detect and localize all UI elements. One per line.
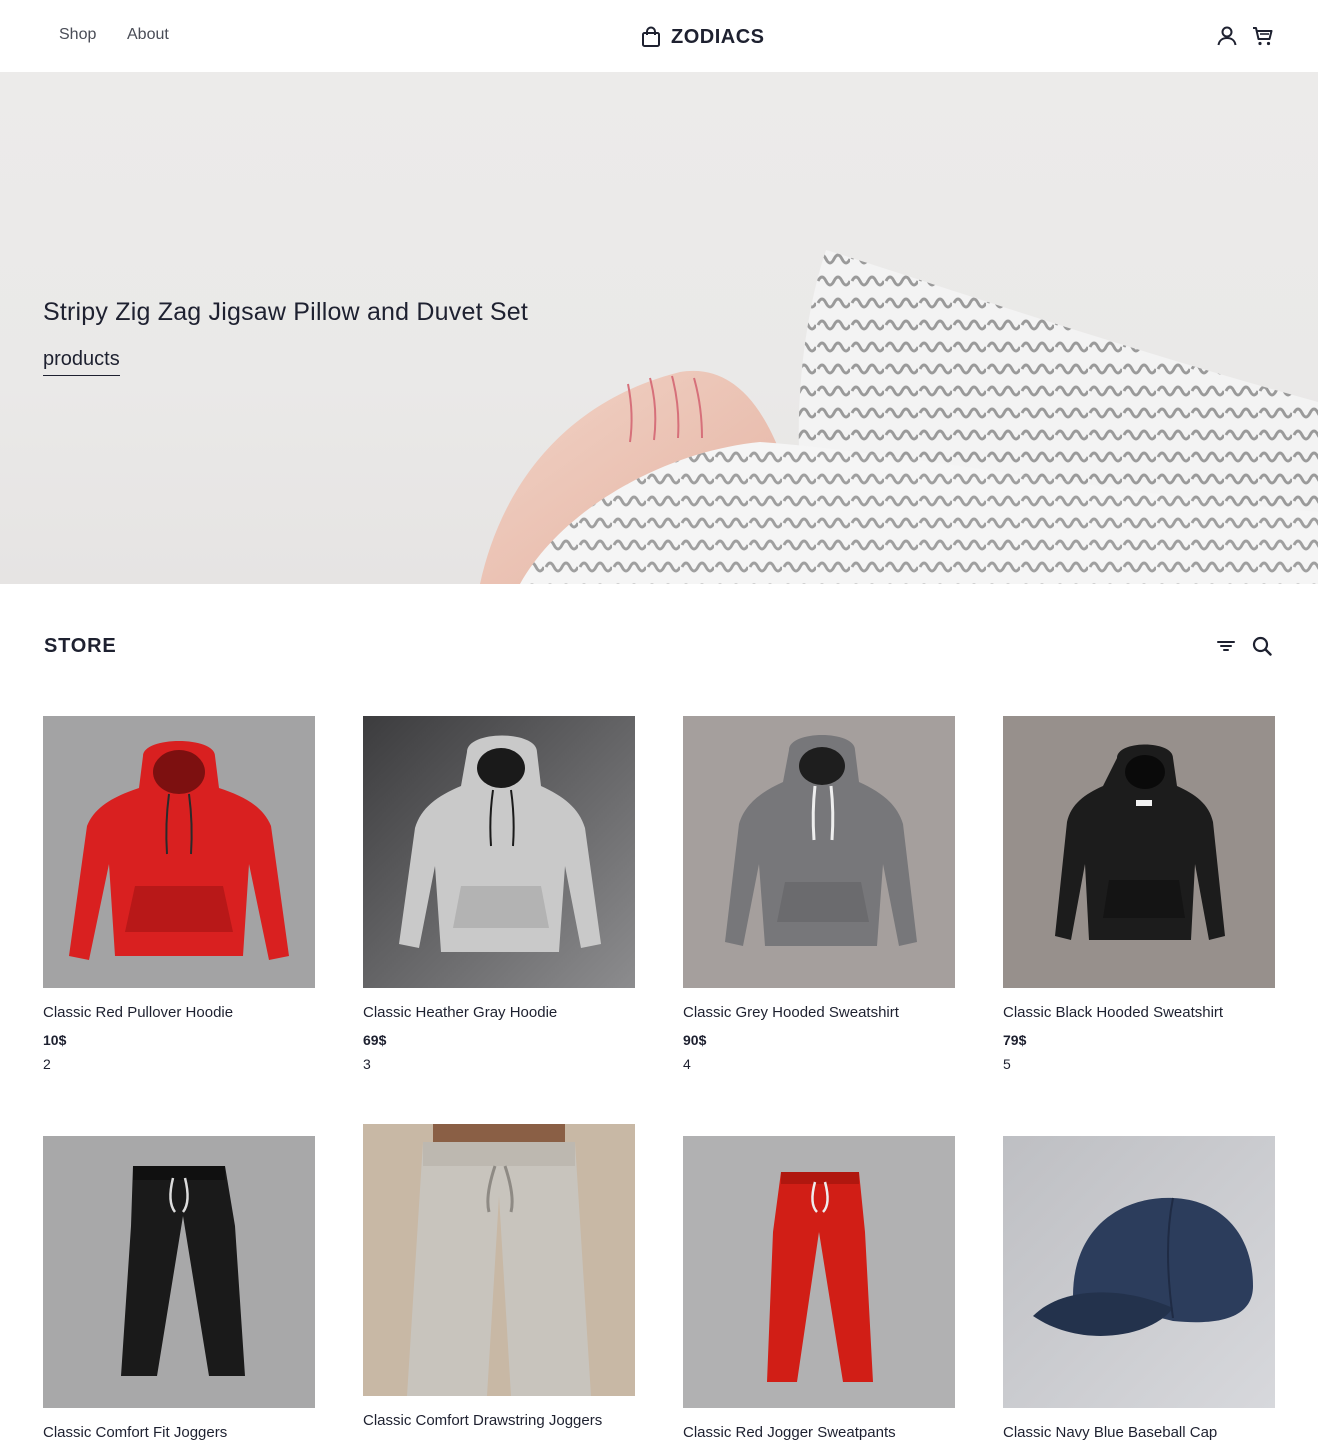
product-image[interactable]	[43, 1136, 315, 1408]
product-image[interactable]	[1003, 1136, 1275, 1408]
product-name[interactable]: Classic Red Jogger Sweatpants	[683, 1422, 923, 1444]
brand-logo[interactable]: ZODIACS	[641, 24, 765, 50]
product-price: 90$	[683, 1032, 707, 1048]
product-quantity: 4	[683, 1056, 691, 1072]
product-name[interactable]: Classic Red Pullover Hoodie	[43, 1002, 283, 1024]
product-name[interactable]: Classic Comfort Fit Joggers	[43, 1422, 283, 1444]
user-icon[interactable]	[1215, 24, 1239, 48]
product-name[interactable]: Classic Grey Hooded Sweatshirt	[683, 1002, 923, 1024]
product-card[interactable]: Classic Red Jogger Sweatpants	[683, 1136, 955, 1447]
product-name[interactable]: Classic Navy Blue Baseball Cap	[1003, 1422, 1243, 1444]
site-header: Shop About ZODIACS	[0, 0, 1318, 72]
product-name[interactable]: Classic Comfort Drawstring Joggers	[363, 1410, 603, 1432]
product-card[interactable]: Classic Red Pullover Hoodie 10$ 2	[43, 716, 315, 1076]
product-image[interactable]	[683, 1136, 955, 1408]
product-quantity: 2	[43, 1056, 51, 1072]
product-image[interactable]	[363, 1124, 635, 1396]
store-title: STORE	[44, 635, 117, 657]
product-quantity: 3	[363, 1056, 371, 1072]
product-card[interactable]: Classic Navy Blue Baseball Cap	[1003, 1136, 1275, 1447]
product-name[interactable]: Classic Heather Gray Hoodie	[363, 1002, 603, 1024]
filter-icon[interactable]	[1214, 634, 1238, 658]
product-card[interactable]: Classic Heather Gray Hoodie 69$ 3	[363, 716, 635, 1076]
brand-name: ZODIACS	[671, 25, 765, 48]
product-quantity: 5	[1003, 1056, 1011, 1072]
product-price: 79$	[1003, 1032, 1027, 1048]
hero-products-link[interactable]: products	[43, 348, 120, 376]
product-price: 69$	[363, 1032, 387, 1048]
product-image[interactable]	[363, 716, 635, 988]
hero-banner: Stripy Zig Zag Jigsaw Pillow and Duvet S…	[0, 72, 1318, 584]
product-card[interactable]: Classic Comfort Fit Joggers	[43, 1136, 315, 1447]
product-image[interactable]	[43, 716, 315, 988]
product-card[interactable]: Classic Black Hooded Sweatshirt 79$ 5	[1003, 716, 1275, 1076]
shopping-bag-icon	[642, 26, 660, 47]
product-price: 10$	[43, 1032, 67, 1048]
product-card[interactable]: Classic Grey Hooded Sweatshirt 90$ 4	[683, 716, 955, 1076]
hero-image	[480, 250, 1318, 584]
product-card[interactable]: Classic Comfort Drawstring Joggers	[363, 1124, 635, 1447]
hero-title: Stripy Zig Zag Jigsaw Pillow and Duvet S…	[43, 298, 528, 326]
product-image[interactable]	[1003, 716, 1275, 988]
search-icon[interactable]	[1250, 634, 1274, 658]
product-name[interactable]: Classic Black Hooded Sweatshirt	[1003, 1002, 1243, 1024]
cart-icon[interactable]	[1251, 24, 1275, 48]
nav-shop-link[interactable]: Shop	[59, 26, 96, 44]
nav-about-link[interactable]: About	[127, 26, 169, 44]
product-image[interactable]	[683, 716, 955, 988]
